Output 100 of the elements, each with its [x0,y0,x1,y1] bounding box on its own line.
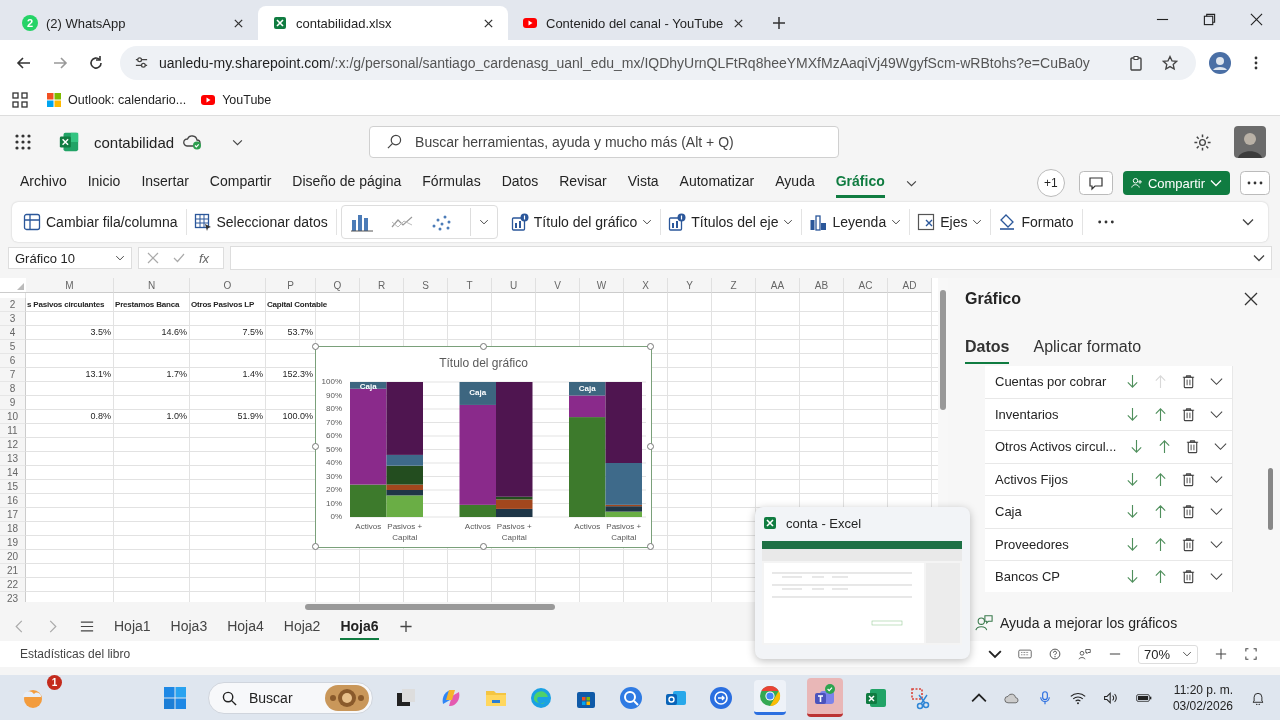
move-down-icon[interactable] [1125,569,1140,585]
row-header[interactable]: 4 [0,326,26,340]
column-header[interactable]: AA [756,278,800,293]
fullscreen-icon[interactable] [1244,648,1258,660]
browser-tab[interactable]: 2 (2) WhatsApp [8,6,258,40]
delete-icon[interactable] [1181,536,1196,552]
row-header[interactable]: 8 [0,382,26,396]
chevron-down-icon[interactable] [232,138,244,146]
ribbon-tab[interactable]: Vista [627,168,659,198]
series-item[interactable]: Inventarios [985,398,1233,431]
row-header[interactable]: 12 [0,438,26,452]
panel-tab[interactable]: Aplicar formato [1033,338,1142,364]
delete-icon[interactable] [1181,471,1196,487]
row-header[interactable]: 17 [0,508,26,522]
column-header[interactable]: X [624,278,668,293]
sheet-tab[interactable]: Hoja2 [283,612,321,640]
ribbon-dropdown[interactable]: Ejes [914,209,992,235]
keyboard-icon[interactable] [1017,648,1032,660]
add-sheet-icon[interactable] [398,619,413,633]
notification-bell-icon[interactable] [1250,690,1266,705]
sync-app-icon[interactable] [708,685,733,710]
chevron-down-icon[interactable] [1242,218,1254,226]
row-header[interactable]: 6 [0,354,26,368]
column-header[interactable]: P [266,278,316,293]
resize-handle[interactable] [647,543,654,550]
browser-tab[interactable]: Contenido del canal - YouTube [508,6,758,40]
close-icon[interactable] [1244,292,1258,306]
row-header[interactable]: 7 [0,368,26,382]
clock[interactable]: 11:20 p. m. 03/02/2026 [1172,681,1233,714]
row-header[interactable]: 9 [0,396,26,410]
resize-handle[interactable] [312,543,319,550]
column-header[interactable]: AD [888,278,932,293]
sheet-tab[interactable]: Hoja1 [114,612,151,640]
resize-handle[interactable] [479,343,487,350]
column-header[interactable]: U [492,278,536,293]
delete-icon[interactable] [1181,504,1196,520]
close-icon[interactable] [483,17,494,29]
sheet-tab[interactable]: Hoja3 [170,612,208,640]
row-header[interactable]: 14 [0,466,26,480]
row-header[interactable]: 21 [0,564,26,578]
expand-icon[interactable] [1253,254,1265,262]
more-icon[interactable] [1096,219,1115,225]
ribbon-tab[interactable]: Automatizar [679,168,755,198]
profile-avatar-icon[interactable] [1208,50,1232,75]
search-app-icon[interactable] [618,685,643,710]
move-up-icon[interactable] [1153,406,1168,422]
row-header[interactable]: 13 [0,452,26,466]
row-header[interactable]: 22 [0,578,26,592]
ribbon-tab[interactable]: Ayuda [775,168,815,198]
app-launcher-icon[interactable] [14,133,32,151]
column-header[interactable]: Q [316,278,360,293]
new-tab-icon[interactable] [772,16,786,30]
chevron-down-icon[interactable] [905,179,917,187]
ribbon-tab[interactable]: Fórmulas [422,168,481,198]
column-header[interactable]: Z [712,278,756,293]
ribbon-tab[interactable]: Revisar [559,168,607,198]
browser-tab[interactable]: contabilidad.xlsx [258,6,508,40]
clipboard-icon[interactable] [1128,54,1144,71]
ribbon-tab[interactable]: Compartir [209,168,272,198]
delete-icon[interactable] [1181,406,1196,422]
chevron-down-icon[interactable] [987,648,1002,660]
sheet-tab[interactable]: Hoja6 [340,612,379,640]
column-header[interactable]: Y [668,278,712,293]
series-item[interactable]: Proveedores [985,528,1233,561]
column-chart-icon[interactable] [349,212,374,232]
wifi-icon[interactable] [1069,690,1086,705]
chart-type-gallery[interactable] [340,205,498,239]
site-settings-icon[interactable] [134,55,149,70]
row-header[interactable]: 2 [0,298,26,312]
ribbon-button[interactable]: Formato [995,209,1083,235]
delete-icon[interactable] [1181,374,1196,390]
ribbon-tab[interactable]: Diseño de página [292,168,402,198]
column-header[interactable]: N [114,278,190,293]
address-bar[interactable]: uanledu-my.sharepoint.com/:x:/g/personal/santiago_cardenasg_uanl_edu_mx/IQDhyUrnQLFtRq8heeYMXfMzAaqiVj49WgyfScm-wRBtohs?e=CuBa0y [120,45,1196,80]
resize-handle[interactable] [312,343,319,350]
presence-badge[interactable]: +1 [1036,169,1065,197]
column-header[interactable]: O [190,278,266,293]
ribbon-tab[interactable]: Insertar [141,168,189,198]
settings-icon[interactable] [1193,132,1212,152]
series-item[interactable]: Cuentas por cobrar [985,366,1233,399]
insert-function-button[interactable]: fx [199,250,210,266]
move-down-icon[interactable] [1125,504,1140,520]
ribbon-button[interactable]: Seleccionar datos [190,209,337,235]
close-icon[interactable] [233,17,244,29]
scrollbar-thumb[interactable] [940,290,946,410]
avatar-icon[interactable] [1234,126,1266,158]
caret-icon[interactable] [478,219,489,225]
file-name[interactable]: contabilidad [94,133,175,151]
window-preview[interactable]: conta - Excel [755,507,970,659]
zoom-in-icon[interactable] [1214,648,1228,660]
back-icon[interactable] [16,54,32,71]
column-header[interactable]: S [404,278,448,293]
teams-icon[interactable] [806,678,843,717]
ribbon-tab[interactable]: Gráfico [835,168,885,198]
speaker-icon[interactable] [1102,690,1119,705]
share-button[interactable]: Compartir [1122,171,1230,195]
resize-handle[interactable] [312,443,319,450]
reload-icon[interactable] [88,54,104,71]
feedback-people-icon[interactable] [1077,648,1092,660]
ribbon-dropdown[interactable]: Leyenda [806,209,911,235]
